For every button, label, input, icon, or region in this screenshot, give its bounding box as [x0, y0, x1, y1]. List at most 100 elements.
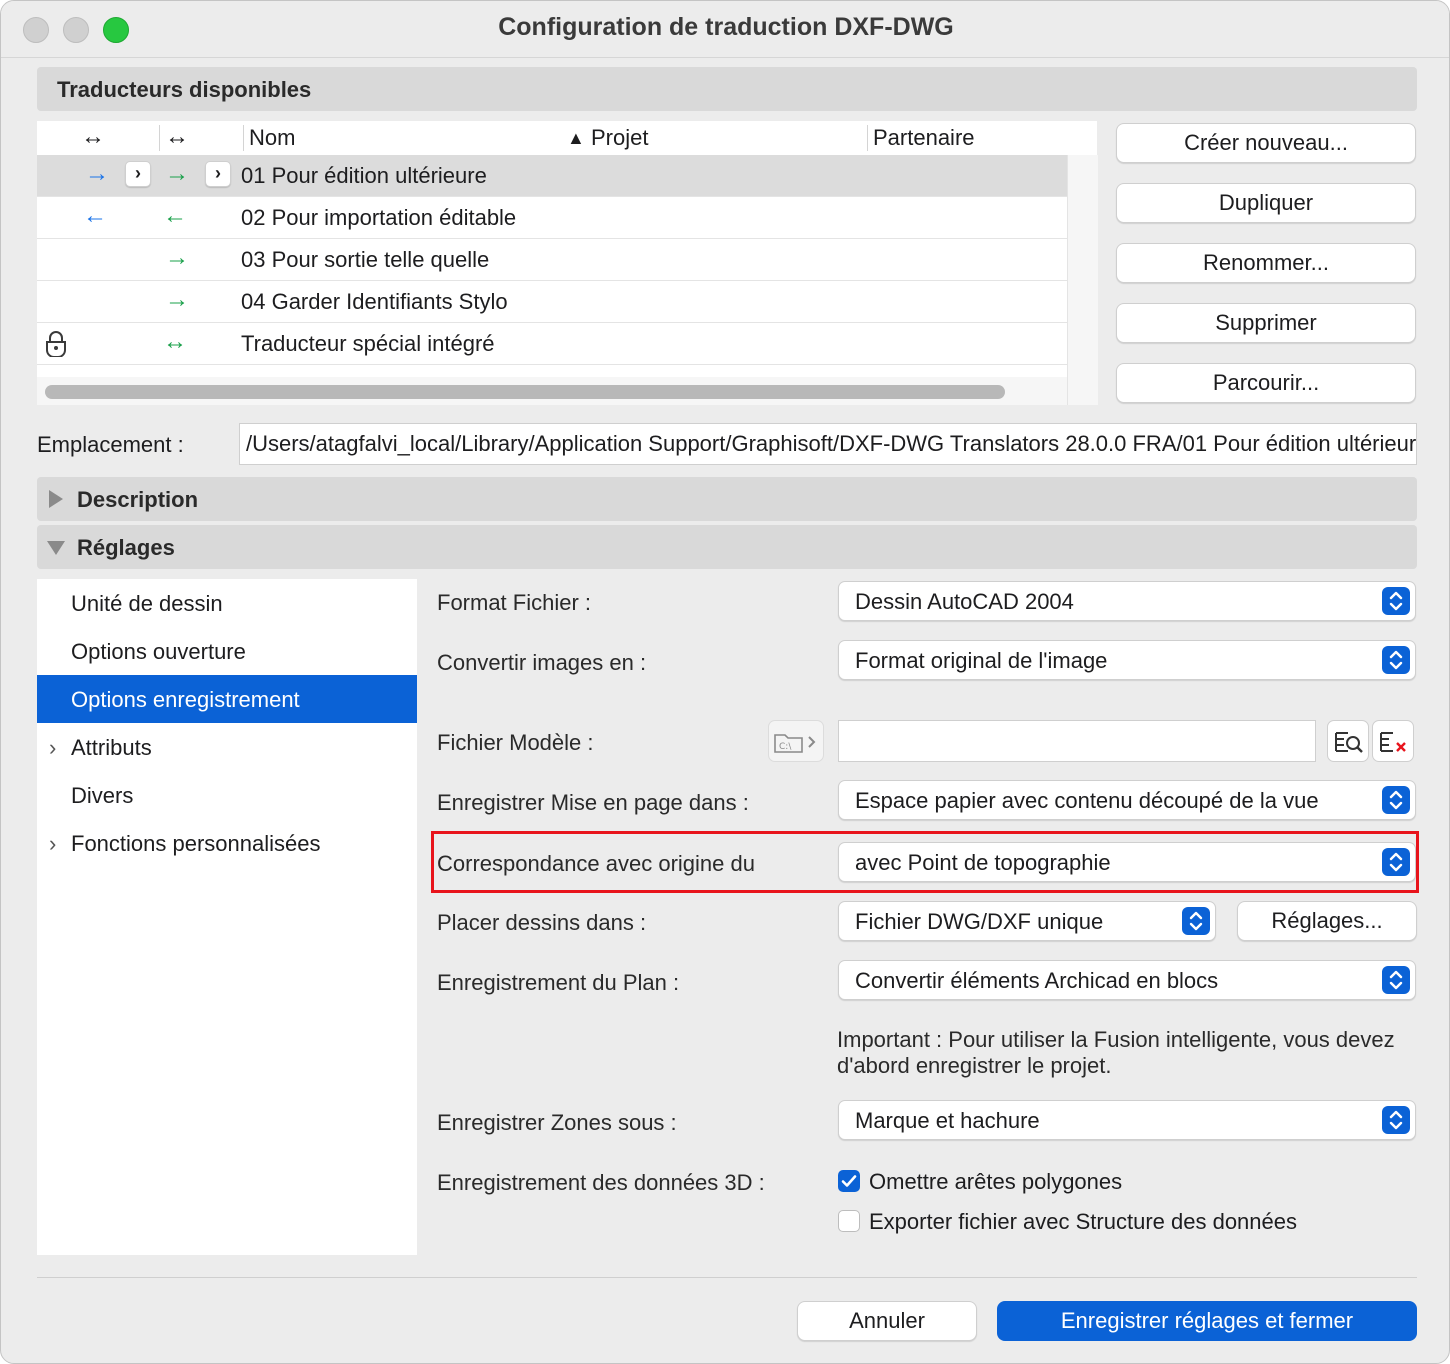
right-arrow-icon: → [165, 244, 189, 271]
up-down-chevron-icon [1382, 587, 1410, 615]
duplicate-button[interactable]: Dupliquer [1116, 183, 1416, 223]
chevron-right-icon[interactable]: › [49, 735, 56, 761]
translator-name: 02 Pour importation éditable [241, 205, 517, 230]
save-zones-label: Enregistrer Zones sous : [437, 1110, 677, 1135]
column-header-partner[interactable]: Partenaire [873, 125, 975, 151]
translator-name: 04 Garder Identifiants Stylo [241, 289, 508, 314]
convert-images-select[interactable]: Format original de l'image [838, 640, 1416, 680]
nav-item-custom-functions[interactable]: › Fonctions personnalisées [37, 819, 417, 867]
vertical-scrollbar[interactable] [1067, 155, 1098, 405]
cancel-button[interactable]: Annuler [797, 1301, 977, 1341]
column-header-name[interactable]: Nom [249, 125, 295, 151]
bidirectional-arrow-icon[interactable]: ↔ [81, 123, 105, 151]
description-section-title: Description [77, 487, 199, 512]
save-and-close-button[interactable]: Enregistrer réglages et fermer [997, 1301, 1417, 1341]
browse-button[interactable]: Parcourir... [1116, 363, 1416, 403]
nav-item-open-options[interactable]: Options ouverture [37, 627, 417, 675]
translator-row[interactable]: → › → › 01 Pour édition ultérieure [37, 155, 1067, 197]
up-down-chevron-icon [1382, 786, 1410, 814]
nav-item-drawing-unit[interactable]: Unité de dessin [37, 579, 417, 627]
up-down-chevron-icon [1382, 966, 1410, 994]
nav-item-attributes[interactable]: › Attributs [37, 723, 417, 771]
up-down-chevron-icon [1182, 907, 1210, 935]
origin-match-value: avec Point de topographie [855, 850, 1111, 875]
settings-nav: Unité de dessin Options ouverture Option… [37, 579, 417, 1255]
convert-images-label: Convertir images en : [437, 650, 647, 675]
clear-template-button[interactable] [1372, 720, 1414, 762]
nav-item-label: Unité de dessin [71, 591, 223, 616]
template-file-field[interactable] [838, 720, 1316, 762]
save-layout-select[interactable]: Espace papier avec contenu découpé de la… [838, 780, 1416, 820]
drawings-settings-button[interactable]: Réglages... [1237, 901, 1417, 941]
omit-polygon-edges-label[interactable]: Omettre arêtes polygones [869, 1169, 1122, 1195]
title-bar: Configuration de traduction DXF-DWG [1, 1, 1449, 58]
translators-section-header: Traducteurs disponibles [37, 67, 1417, 111]
translators-list[interactable]: ↔ ↔ Nom ▲ Projet Partenaire → › → › 01 P… [37, 121, 1098, 405]
disclosure-collapsed-icon[interactable] [49, 490, 63, 508]
nav-item-label: Attributs [71, 735, 152, 760]
sort-ascending-icon: ▲ [567, 128, 585, 148]
template-file-label: Fichier Modèle : [437, 730, 594, 755]
save-plan-value: Convertir éléments Archicad en blocs [855, 968, 1219, 993]
file-format-label: Format Fichier : [437, 590, 592, 615]
omit-polygon-edges-checkbox[interactable] [838, 1170, 860, 1192]
horizontal-scrollbar[interactable] [37, 377, 1067, 405]
nav-item-save-options[interactable]: Options enregistrement [37, 675, 417, 723]
place-drawings-label: Placer dessins dans : [437, 910, 647, 935]
create-new-button[interactable]: Créer nouveau... [1116, 123, 1416, 163]
path-type-button[interactable]: C:\ [768, 720, 824, 762]
file-format-value: Dessin AutoCAD 2004 [855, 589, 1074, 614]
location-path-field[interactable]: /Users/atagfalvi_local/Library/Applicati… [239, 423, 1417, 465]
export-data-structure-label[interactable]: Exporter fichier avec Structure des donn… [869, 1209, 1297, 1235]
right-arrow-icon: → [165, 286, 189, 313]
translators-list-header: ↔ ↔ Nom ▲ Projet Partenaire [37, 121, 1097, 156]
save-zones-select[interactable]: Marque et hachure [838, 1100, 1416, 1140]
translator-name: 03 Pour sortie telle quelle [241, 247, 490, 272]
up-down-chevron-icon [1382, 848, 1410, 876]
translator-row[interactable]: ↔ Traducteur spécial intégré [37, 323, 1067, 365]
origin-match-select[interactable]: avec Point de topographie [838, 842, 1416, 882]
file-remove-icon [1380, 732, 1406, 752]
nav-item-label: Divers [71, 783, 134, 808]
rename-button[interactable]: Renommer... [1116, 243, 1416, 283]
horizontal-scrollbar-thumb[interactable] [45, 385, 1005, 399]
nav-item-label: Options enregistrement [71, 687, 300, 712]
settings-section-header[interactable]: Réglages [37, 525, 1417, 569]
nav-item-label: Options ouverture [71, 639, 246, 664]
column-header-project[interactable]: Projet [591, 125, 648, 151]
folder-path-icon: C:\ [774, 734, 816, 753]
export-data-structure-checkbox[interactable] [838, 1210, 860, 1232]
left-arrow-icon: ← [163, 202, 187, 229]
up-down-chevron-icon [1382, 646, 1410, 674]
save-3d-data-label: Enregistrement des données 3D : [437, 1170, 765, 1195]
window-title: Configuration de traduction DXF-DWG [498, 13, 954, 41]
place-drawings-select[interactable]: Fichier DWG/DXF unique [838, 901, 1216, 941]
bidirectional-arrow-icon: ↔ [163, 328, 187, 355]
delete-button[interactable]: Supprimer [1116, 303, 1416, 343]
smart-merge-note: Important : Pour utiliser la Fusion inte… [837, 1027, 1395, 1078]
translation-setup-dialog: Configuration de traduction DXF-DWG Trad… [0, 0, 1450, 1364]
chevron-right-icon[interactable]: › [49, 831, 56, 857]
chevron-right-icon[interactable]: › [205, 161, 231, 187]
origin-match-label: Correspondance avec origine du [437, 851, 755, 876]
translator-row[interactable]: ← ← 02 Pour importation éditable [37, 197, 1067, 239]
nav-item-misc[interactable]: Divers [37, 771, 417, 819]
left-arrow-icon: ← [83, 202, 107, 229]
disclosure-expanded-icon[interactable] [47, 541, 65, 555]
place-drawings-value: Fichier DWG/DXF unique [855, 909, 1104, 934]
translator-row[interactable]: → 04 Garder Identifiants Stylo [37, 281, 1067, 323]
translator-row[interactable]: → 03 Pour sortie telle quelle [37, 239, 1067, 281]
description-section-header[interactable]: Description [37, 477, 1417, 521]
location-label: Emplacement : [37, 432, 184, 457]
chevron-right-icon[interactable]: › [125, 161, 151, 187]
bidirectional-arrow-icon[interactable]: ↔ [165, 123, 189, 151]
save-plan-select[interactable]: Convertir éléments Archicad en blocs [838, 960, 1416, 1000]
nav-item-label: Fonctions personnalisées [71, 831, 321, 856]
footer-divider [37, 1277, 1417, 1278]
file-format-select[interactable]: Dessin AutoCAD 2004 [838, 581, 1416, 621]
file-search-icon [1335, 732, 1363, 753]
lock-icon [46, 331, 66, 357]
right-arrow-icon: → [85, 160, 109, 187]
translator-name: 01 Pour édition ultérieure [241, 163, 487, 188]
browse-template-button[interactable] [1327, 720, 1369, 762]
